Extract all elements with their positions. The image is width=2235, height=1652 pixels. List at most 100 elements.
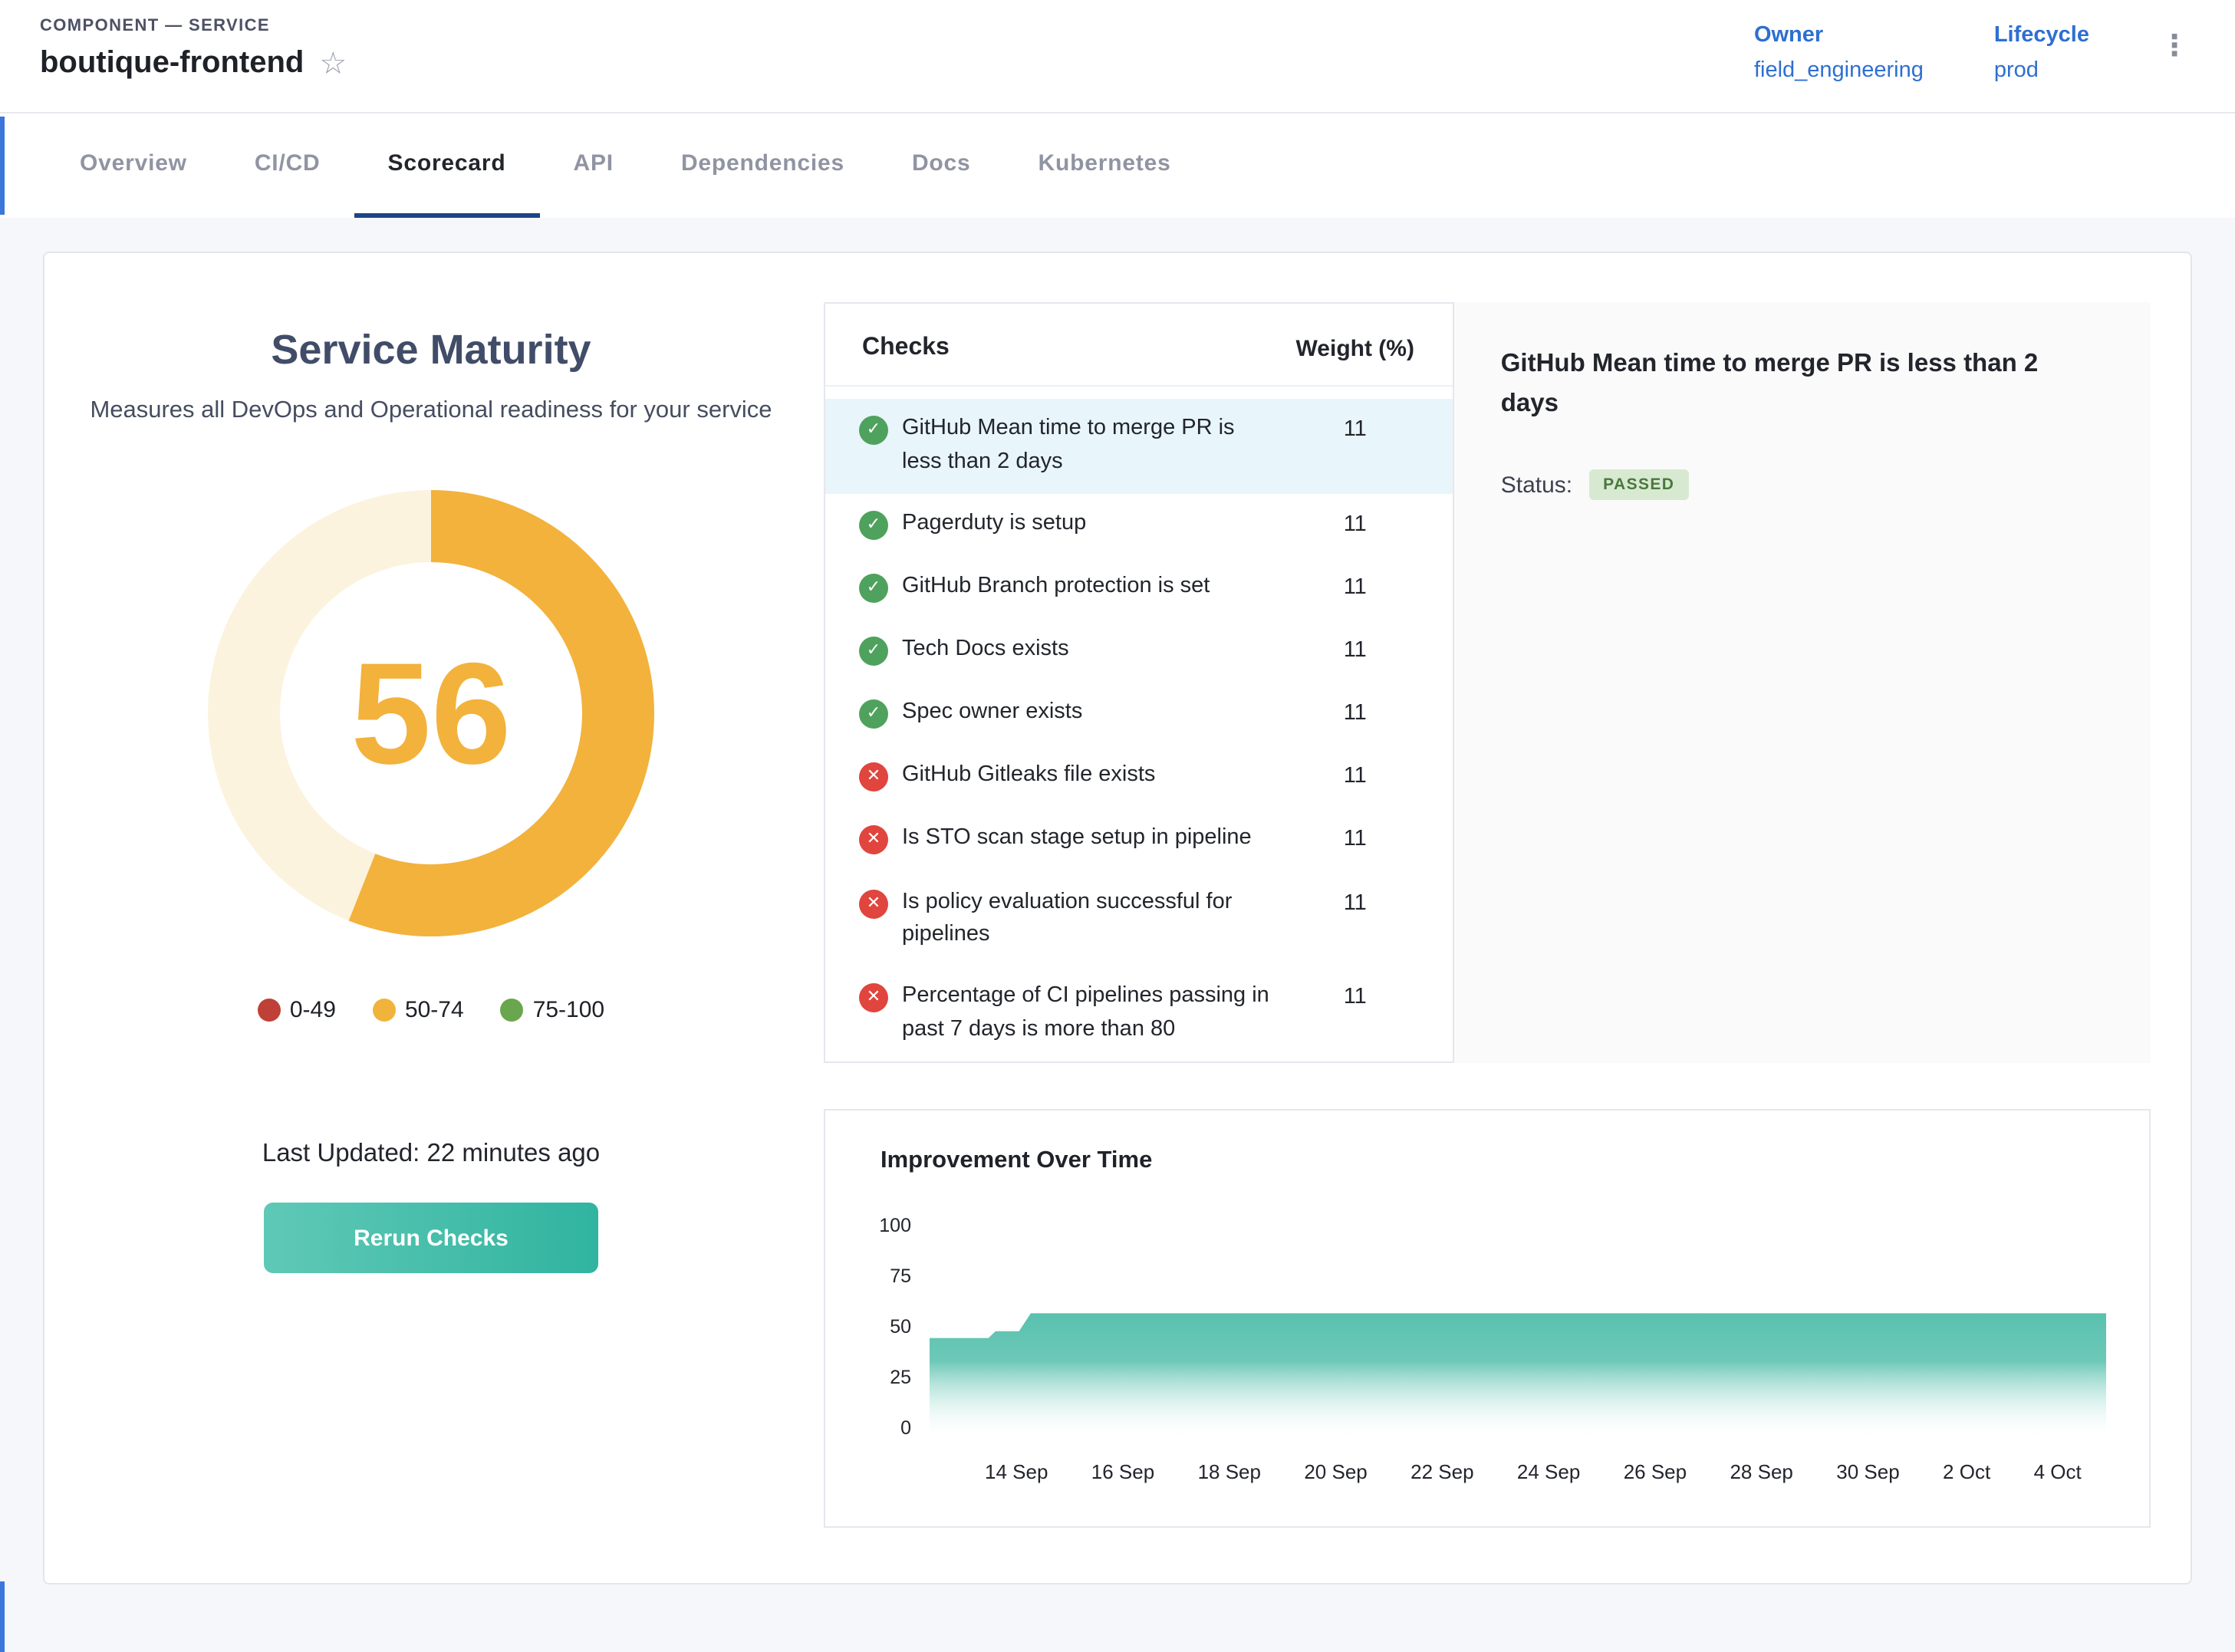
x-tick-label: 28 Sep	[1730, 1460, 1792, 1483]
tab-api[interactable]: API	[540, 114, 647, 218]
scorecard-title: Service Maturity	[271, 327, 591, 374]
legend-dot	[501, 999, 524, 1022]
check-label: Spec owner exists	[902, 696, 1279, 730]
check-weight: 11	[1279, 570, 1432, 605]
lifecycle-value: prod	[1994, 58, 2089, 83]
y-tick-label: 25	[890, 1367, 911, 1388]
check-row[interactable]: ✕ GitHub Gitleaks file exists 11	[825, 746, 1453, 809]
check-weight: 11	[1279, 760, 1432, 795]
tab-scorecard[interactable]: Scorecard	[354, 114, 540, 218]
improvement-area-svg	[930, 1215, 2106, 1439]
x-tick-label: 20 Sep	[1304, 1460, 1367, 1483]
check-row[interactable]: ✓ Tech Docs exists 11	[825, 620, 1453, 683]
tab-ci-cd[interactable]: CI/CD	[221, 114, 354, 218]
x-tick-label: 22 Sep	[1410, 1460, 1473, 1483]
check-status-icon: ✓	[859, 416, 888, 445]
x-tick-label: 16 Sep	[1091, 1460, 1154, 1483]
check-status-icon: ✓	[859, 573, 888, 602]
check-label: GitHub Mean time to merge PR is less tha…	[902, 413, 1279, 479]
gauge-score: 56	[351, 633, 511, 795]
checks-panel: Checks Weight (%) ✓ GitHub Mean time to …	[824, 302, 1455, 1063]
y-tick-label: 75	[890, 1265, 911, 1287]
weight-column-header: Weight (%)	[1279, 335, 1432, 361]
tab-dependencies[interactable]: Dependencies	[647, 114, 878, 218]
owner-label: Owner	[1754, 23, 1924, 48]
check-row[interactable]: ✕ Percentage of CI pipelines passing in …	[825, 966, 1453, 1061]
page-header: COMPONENT — SERVICE boutique-frontend ☆ …	[0, 0, 2235, 114]
star-icon[interactable]: ☆	[319, 48, 347, 79]
y-tick-label: 50	[890, 1316, 911, 1338]
check-weight: 11	[1279, 633, 1432, 669]
x-tick-label: 18 Sep	[1198, 1460, 1261, 1483]
check-label: GitHub Gitleaks file exists	[902, 760, 1279, 794]
maturity-gauge-svg: 56	[201, 484, 661, 944]
tab-overview[interactable]: Overview	[46, 114, 221, 218]
header-right: Owner field_engineering Lifecycle prod ⋮	[1754, 17, 2195, 83]
breadcrumb: COMPONENT — SERVICE	[40, 17, 347, 35]
legend-label: 50-74	[405, 998, 464, 1024]
check-detail-panel: GitHub Mean time to merge PR is less tha…	[1455, 302, 2151, 1063]
x-tick-label: 14 Sep	[985, 1460, 1048, 1483]
check-label: GitHub Branch protection is set	[902, 570, 1279, 604]
x-tick-label: 30 Sep	[1836, 1460, 1899, 1483]
x-tick-label: 26 Sep	[1624, 1460, 1687, 1483]
content-area: Service Maturity Measures all DevOps and…	[0, 218, 2235, 1652]
x-tick-label: 4 Oct	[2034, 1460, 2082, 1483]
x-axis: 14 Sep 16 Sep 18 Sep 20 Sep 22 Sep 24 Sep 26 S…	[948, 1460, 2106, 1483]
check-status-icon: ✓	[859, 510, 888, 539]
y-axis: 100 75 50 25 0	[868, 1215, 930, 1439]
legend-item: 75-100	[501, 998, 604, 1024]
check-label: Tech Docs exists	[902, 633, 1279, 667]
rerun-checks-button[interactable]: Rerun Checks	[264, 1203, 598, 1274]
scorecard-subtitle: Measures all DevOps and Operational read…	[90, 393, 772, 429]
legend-item: 0-49	[258, 998, 336, 1024]
owner-value[interactable]: field_engineering	[1754, 58, 1924, 83]
last-updated-text: Last Updated: 22 minutes ago	[262, 1140, 600, 1170]
check-row[interactable]: ✓ Spec owner exists 11	[825, 683, 1453, 745]
tab-docs[interactable]: Docs	[878, 114, 1005, 218]
check-status-icon: ✓	[859, 637, 888, 666]
check-status-icon: ✕	[859, 763, 888, 792]
tab-kubernetes[interactable]: Kubernetes	[1005, 114, 1205, 218]
check-weight: 11	[1279, 696, 1432, 732]
legend-label: 75-100	[533, 998, 604, 1024]
check-weight: 11	[1279, 886, 1432, 921]
checks-column-header: Checks	[862, 334, 950, 362]
check-row[interactable]: ✓ Pagerduty is setup 11	[825, 493, 1453, 556]
improvement-chart-panel: Improvement Over Time 1007550250	[824, 1109, 2151, 1528]
check-weight: 11	[1279, 823, 1432, 858]
check-weight: 11	[1279, 980, 1432, 1015]
x-tick-label: 24 Sep	[1517, 1460, 1580, 1483]
check-weight: 11	[1279, 413, 1432, 448]
score-legend: 0-49 50-74 75-100	[258, 998, 604, 1024]
y-tick-label: 0	[900, 1417, 911, 1439]
checks-list: ✓ GitHub Mean time to merge PR is less t…	[825, 387, 1453, 1061]
lifecycle-block: Lifecycle prod	[1994, 23, 2089, 83]
legend-label: 0-49	[290, 998, 336, 1024]
check-label: Is STO scan stage setup in pipeline	[902, 823, 1279, 857]
page-title: boutique-frontend	[40, 46, 304, 81]
checks-and-chart: Checks Weight (%) ✓ GitHub Mean time to …	[824, 302, 2151, 1528]
check-status-icon: ✕	[859, 889, 888, 918]
maturity-summary: Service Maturity Measures all DevOps and…	[84, 302, 778, 1528]
check-row[interactable]: ✕ Is policy evaluation successful for pi…	[825, 872, 1453, 966]
x-tick-label: 2 Oct	[1943, 1460, 1990, 1483]
check-row[interactable]: ✕ Is STO scan stage setup in pipeline 11	[825, 809, 1453, 872]
header-left: COMPONENT — SERVICE boutique-frontend ☆	[40, 17, 347, 81]
left-rail-accent-top	[0, 117, 5, 215]
tab-bar: OverviewCI/CDScorecardAPIDependenciesDoc…	[0, 114, 2235, 218]
check-status-icon: ✓	[859, 699, 888, 729]
check-status-icon: ✕	[859, 826, 888, 855]
y-tick-label: 100	[879, 1215, 911, 1236]
check-weight: 11	[1279, 507, 1432, 542]
check-label: Is policy evaluation successful for pipe…	[902, 886, 1279, 953]
check-row[interactable]: ✓ GitHub Branch protection is set 11	[825, 556, 1453, 619]
kebab-menu-icon[interactable]: ⋮	[2160, 23, 2189, 61]
check-label: Pagerduty is setup	[902, 507, 1279, 541]
checks-header: Checks Weight (%)	[825, 304, 1453, 387]
check-status-icon: ✕	[859, 983, 888, 1012]
check-row[interactable]: ✓ GitHub Mean time to merge PR is less t…	[825, 399, 1453, 493]
improvement-area-chart	[930, 1215, 2106, 1439]
app-window: COMPONENT — SERVICE boutique-frontend ☆ …	[0, 0, 2235, 1652]
scorecard-card: Service Maturity Measures all DevOps and…	[43, 252, 2192, 1585]
